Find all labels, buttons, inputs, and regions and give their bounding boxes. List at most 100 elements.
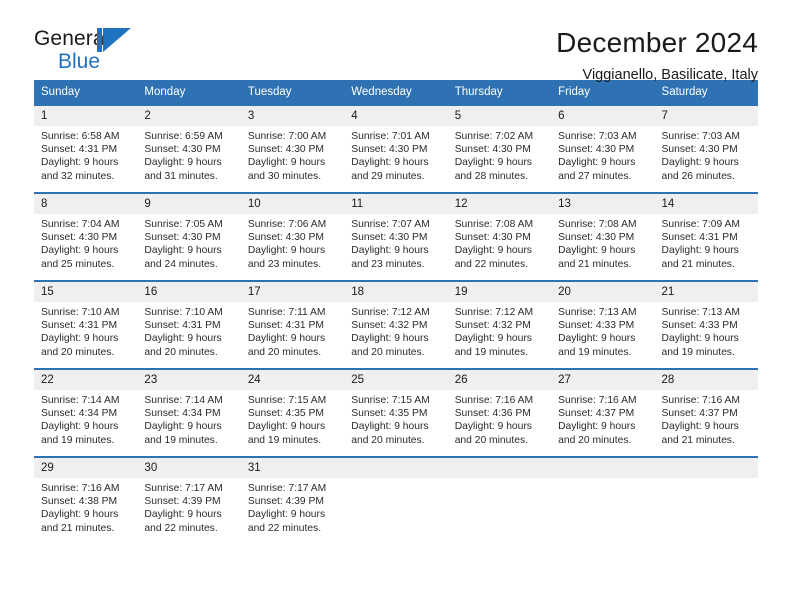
calendar-day-cell[interactable]: 2 Sunrise: 6:59 AM Sunset: 4:30 PM Daylight…	[137, 104, 241, 192]
calendar-day-cell[interactable]: 26 Sunrise: 7:16 AM Sunset: 4:36 PM Dayligh…	[447, 368, 552, 456]
calendar-day-cell[interactable]: 9 Sunrise: 7:05 AM Sunset: 4:30 PM Daylight…	[137, 192, 241, 280]
day-sun-info: Sunrise: 7:02 AM Sunset: 4:30 PM Daylight:…	[448, 126, 551, 183]
day-sun-info: Sunrise: 7:12 AM Sunset: 4:32 PM Daylight:…	[448, 302, 551, 359]
calendar-day-cell[interactable]: 19 Sunrise: 7:12 AM Sunset: 4:32 PM Dayligh…	[447, 280, 552, 368]
sunset-text: Sunset: 4:31 PM	[41, 144, 118, 156]
calendar-day-cell[interactable]	[551, 456, 655, 544]
calendar-day-cell[interactable]: 13 Sunrise: 7:08 AM Sunset: 4:30 PM Dayligh…	[551, 192, 655, 280]
calendar-day-cell[interactable]: 20 Sunrise: 7:13 AM Sunset: 4:33 PM Dayligh…	[551, 280, 655, 368]
calendar-day-cell[interactable]: 4 Sunrise: 7:01 AM Sunset: 4:30 PM Daylight…	[344, 104, 448, 192]
calendar-day-cell[interactable]	[447, 456, 552, 544]
calendar-day-cell[interactable]: 8 Sunrise: 7:04 AM Sunset: 4:30 PM Daylight…	[34, 192, 138, 280]
calendar-day-cell[interactable]: 10 Sunrise: 7:06 AM Sunset: 4:30 PM Dayligh…	[240, 192, 345, 280]
daylight-text-line2: and 19 minutes.	[247, 434, 322, 446]
sail-triangle-icon	[103, 28, 131, 52]
calendar-day-cell[interactable]: 24 Sunrise: 7:15 AM Sunset: 4:35 PM Dayligh…	[240, 368, 345, 456]
calendar-day-cell[interactable]: 31 Sunrise: 7:17 AM Sunset: 4:39 PM Dayligh…	[240, 456, 345, 544]
page-subtitle: Viggianello, Basilicate, Italy	[582, 67, 758, 83]
sunrise-text: Sunrise: 7:06 AM	[247, 219, 327, 230]
day-cell-inner: 2 Sunrise: 6:59 AM Sunset: 4:30 PM Daylight…	[137, 104, 241, 192]
sunset-text: Sunset: 4:30 PM	[454, 232, 531, 244]
sunset-text: Sunset: 4:33 PM	[558, 320, 635, 332]
calendar-day-cell[interactable]: 17 Sunrise: 7:11 AM Sunset: 4:31 PM Dayligh…	[240, 280, 345, 368]
day-number: 31	[240, 458, 345, 478]
daylight-text-line2: and 25 minutes.	[41, 258, 115, 270]
calendar-day-cell[interactable]: 16 Sunrise: 7:10 AM Sunset: 4:31 PM Dayligh…	[137, 280, 241, 368]
calendar-day-cell[interactable]: 1 Sunrise: 6:58 AM Sunset: 4:31 PM Daylight…	[34, 104, 138, 192]
weekday-header-tuesday: Tuesday	[240, 80, 345, 104]
calendar-day-cell[interactable]: 30 Sunrise: 7:17 AM Sunset: 4:39 PM Dayligh…	[137, 456, 241, 544]
sunrise-sunset-calendar: Sunday Monday Tuesday Wednesday Thursday Frid…	[34, 80, 758, 544]
day-sun-info: Sunrise: 7:08 AM Sunset: 4:30 PM Daylight:…	[448, 214, 551, 271]
day-sun-info: Sunrise: 7:13 AM Sunset: 4:33 PM Daylight:…	[655, 302, 758, 359]
daylight-text-line1: Daylight: 9 hours	[247, 509, 326, 521]
day-cell-inner: 24 Sunrise: 7:15 AM Sunset: 4:35 PM Dayligh…	[240, 368, 345, 456]
calendar-day-cell[interactable]: 14 Sunrise: 7:09 AM Sunset: 4:31 PM Dayligh…	[654, 192, 758, 280]
calendar-day-cell[interactable]: 5 Sunrise: 7:02 AM Sunset: 4:30 PM Daylight…	[447, 104, 552, 192]
calendar-week-row: 1 Sunrise: 6:58 AM Sunset: 4:31 PM Daylight…	[34, 104, 758, 192]
calendar-day-cell[interactable]: 3 Sunrise: 7:00 AM Sunset: 4:30 PM Daylight…	[240, 104, 345, 192]
day-sun-info: Sunrise: 7:11 AM Sunset: 4:31 PM Daylight:…	[241, 302, 344, 359]
calendar-day-cell[interactable]: 27 Sunrise: 7:16 AM Sunset: 4:37 PM Dayligh…	[551, 368, 655, 456]
day-cell-inner: 31 Sunrise: 7:17 AM Sunset: 4:39 PM Dayligh…	[240, 456, 345, 544]
calendar-week-row: 8 Sunrise: 7:04 AM Sunset: 4:30 PM Daylight…	[34, 192, 758, 280]
sunrise-text: Sunrise: 7:09 AM	[661, 219, 740, 230]
sunset-text: Sunset: 4:34 PM	[41, 408, 118, 420]
day-cell-inner: 3 Sunrise: 7:00 AM Sunset: 4:30 PM Daylight…	[240, 104, 345, 192]
daylight-text-line1: Daylight: 9 hours	[247, 421, 326, 433]
day-sun-info: Sunrise: 7:07 AM Sunset: 4:30 PM Daylight:…	[344, 214, 447, 271]
sunset-text: Sunset: 4:30 PM	[144, 144, 221, 156]
day-number: 8	[34, 194, 138, 214]
daylight-text-line2: and 19 minutes.	[454, 346, 528, 358]
day-sun-info: Sunrise: 6:59 AM Sunset: 4:30 PM Daylight:…	[137, 126, 240, 183]
brand-logo[interactable]: General Blue	[34, 26, 154, 78]
sunset-text: Sunset: 4:30 PM	[351, 144, 428, 156]
calendar-day-cell[interactable]: 11 Sunrise: 7:07 AM Sunset: 4:30 PM Dayligh…	[344, 192, 448, 280]
sunrise-text: Sunrise: 7:08 AM	[558, 219, 637, 230]
day-sun-info: Sunrise: 6:58 AM Sunset: 4:31 PM Daylight:…	[34, 126, 137, 183]
calendar-day-cell[interactable]: 7 Sunrise: 7:03 AM Sunset: 4:30 PM Daylight…	[654, 104, 758, 192]
day-number: 20	[551, 282, 655, 302]
day-number: 4	[344, 106, 448, 126]
daylight-text-line2: and 21 minutes.	[661, 434, 735, 446]
calendar-day-cell[interactable]: 25 Sunrise: 7:15 AM Sunset: 4:35 PM Dayligh…	[344, 368, 448, 456]
sunset-text: Sunset: 4:31 PM	[247, 320, 324, 332]
day-sun-info	[551, 478, 654, 482]
day-number: 5	[447, 106, 552, 126]
sunrise-text: Sunrise: 7:13 AM	[661, 307, 740, 318]
sunset-text: Sunset: 4:30 PM	[144, 232, 221, 244]
day-cell-inner: 21 Sunrise: 7:13 AM Sunset: 4:33 PM Dayligh…	[654, 280, 758, 368]
day-sun-info: Sunrise: 7:15 AM Sunset: 4:35 PM Daylight:…	[241, 390, 344, 447]
day-number: 15	[34, 282, 138, 302]
day-sun-info: Sunrise: 7:05 AM Sunset: 4:30 PM Daylight:…	[137, 214, 240, 271]
day-number: 2	[137, 106, 241, 126]
daylight-text-line2: and 24 minutes.	[144, 258, 218, 270]
day-number: 12	[447, 194, 552, 214]
calendar-day-cell[interactable]: 6 Sunrise: 7:03 AM Sunset: 4:30 PM Daylight…	[551, 104, 655, 192]
calendar-week-row: 15 Sunrise: 7:10 AM Sunset: 4:31 PM Dayligh…	[34, 280, 758, 368]
daylight-text-line1: Daylight: 9 hours	[454, 245, 532, 257]
sunset-text: Sunset: 4:31 PM	[144, 320, 221, 332]
day-number: 17	[240, 282, 345, 302]
calendar-day-cell[interactable]	[344, 456, 448, 544]
daylight-text-line2: and 19 minutes.	[41, 434, 115, 446]
sunrise-text: Sunrise: 7:07 AM	[351, 219, 430, 230]
daylight-text-line2: and 32 minutes.	[41, 170, 115, 182]
daylight-text-line1: Daylight: 9 hours	[661, 421, 739, 433]
calendar-day-cell[interactable]: 28 Sunrise: 7:16 AM Sunset: 4:37 PM Dayligh…	[654, 368, 758, 456]
calendar-day-cell[interactable]: 15 Sunrise: 7:10 AM Sunset: 4:31 PM Dayligh…	[34, 280, 138, 368]
day-cell-inner: 14 Sunrise: 7:09 AM Sunset: 4:31 PM Dayligh…	[654, 192, 758, 280]
calendar-day-cell[interactable]: 21 Sunrise: 7:13 AM Sunset: 4:33 PM Dayligh…	[654, 280, 758, 368]
calendar-day-cell[interactable]: 22 Sunrise: 7:14 AM Sunset: 4:34 PM Dayligh…	[34, 368, 138, 456]
calendar-day-cell[interactable]: 12 Sunrise: 7:08 AM Sunset: 4:30 PM Dayligh…	[447, 192, 552, 280]
calendar-day-cell[interactable]: 23 Sunrise: 7:14 AM Sunset: 4:34 PM Dayligh…	[137, 368, 241, 456]
day-cell-inner: 28 Sunrise: 7:16 AM Sunset: 4:37 PM Dayligh…	[654, 368, 758, 456]
day-number: 1	[34, 106, 138, 126]
calendar-day-cell[interactable]	[654, 456, 758, 544]
calendar-day-cell[interactable]: 29 Sunrise: 7:16 AM Sunset: 4:38 PM Dayligh…	[34, 456, 138, 544]
sunrise-text: Sunrise: 7:16 AM	[454, 395, 534, 406]
sunset-text: Sunset: 4:35 PM	[247, 408, 324, 420]
daylight-text-line1: Daylight: 9 hours	[454, 157, 532, 169]
daylight-text-line1: Daylight: 9 hours	[558, 333, 636, 345]
calendar-day-cell[interactable]: 18 Sunrise: 7:12 AM Sunset: 4:32 PM Dayligh…	[344, 280, 448, 368]
